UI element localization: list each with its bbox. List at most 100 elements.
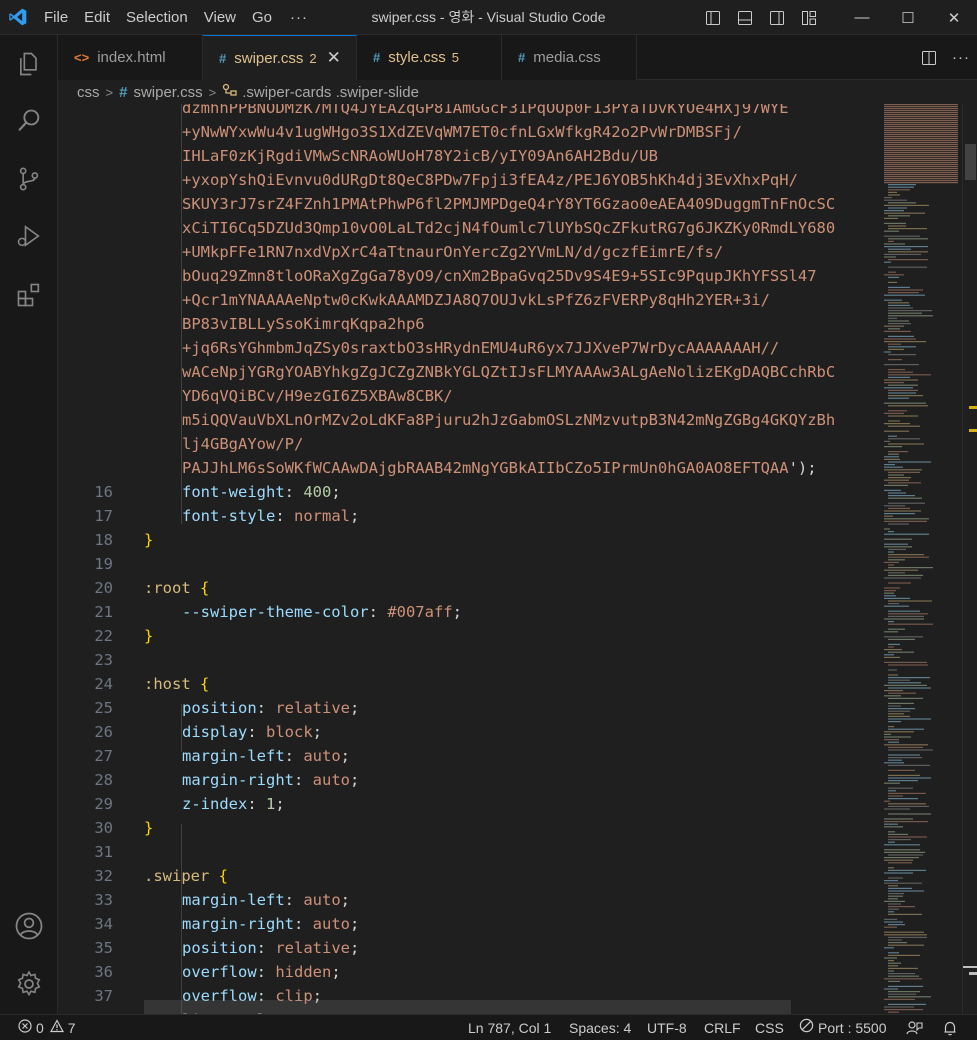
css-property: margin-left — [182, 747, 285, 765]
punctuation-token: : — [275, 507, 294, 525]
horizontal-scrollbar[interactable] — [144, 1000, 791, 1014]
brace-token: { — [200, 579, 210, 597]
css-value: 400 — [303, 483, 332, 501]
css-property: position — [182, 939, 257, 957]
css-selector: :root — [144, 579, 191, 597]
tab-index-html[interactable]: <> index.html — [58, 35, 203, 80]
accounts-icon[interactable] — [0, 902, 58, 950]
indentation[interactable]: Spaces: 4 — [569, 1015, 631, 1040]
line-number: 19 — [94, 555, 113, 573]
toggle-panel-icon[interactable] — [729, 0, 761, 35]
customize-layout-icon[interactable] — [793, 0, 825, 35]
css-value: 1 — [266, 795, 276, 813]
line-number: 32 — [94, 867, 113, 885]
tab-label: media.css — [533, 49, 601, 66]
punctuation-token: ; — [275, 795, 285, 813]
string-token: dzmhhPPBNODMzK7MTQ4JYEAZqGP81AmGGcF31PqO… — [182, 104, 789, 117]
punctuation-token: ; — [350, 507, 360, 525]
problems-indicator[interactable]: 0 7 — [18, 1015, 76, 1040]
menu-more-icon[interactable]: ··· — [280, 9, 318, 26]
settings-gear-icon[interactable] — [0, 960, 58, 1008]
close-window-button[interactable]: ✕ — [931, 0, 977, 35]
minimap[interactable] — [882, 104, 962, 1014]
string-token: +yxopYshQiEvnvu0dURgDt8QeC8PDw7Fpji3fEA4… — [182, 171, 798, 189]
punctuation-token: ; — [349, 699, 360, 717]
punctuation-token: : — [368, 603, 388, 621]
line-number: 29 — [94, 795, 113, 813]
line-number: 35 — [94, 939, 113, 957]
cursor-position[interactable]: Ln 787, Col 1 — [468, 1015, 551, 1040]
menu-file[interactable]: File — [36, 0, 76, 35]
css-value: normal — [294, 507, 350, 525]
breadcrumb-folder[interactable]: css — [77, 84, 100, 101]
accounts-feedback-icon[interactable] — [906, 1015, 923, 1040]
warning-count: 7 — [67, 1020, 76, 1036]
punctuation-token: : — [256, 939, 276, 957]
vertical-scrollbar[interactable] — [962, 104, 977, 1014]
close-tab-icon[interactable]: ✕ — [327, 48, 341, 68]
chevron-right-icon: > — [208, 84, 217, 100]
split-editor-icon[interactable] — [913, 35, 945, 80]
css-value: auto — [303, 747, 341, 765]
breadcrumb-symbol[interactable]: .swiper-cards .swiper-slide — [242, 84, 419, 101]
end-of-line[interactable]: CRLF — [704, 1015, 741, 1040]
css-file-icon: # — [373, 50, 381, 65]
punctuation-token: ; — [340, 891, 350, 909]
maximize-button[interactable]: ☐ — [885, 0, 931, 35]
breadcrumb-file[interactable]: swiper.css — [133, 84, 202, 101]
minimize-button[interactable]: — — [839, 0, 885, 35]
brace-token: } — [144, 819, 154, 837]
code-editor[interactable]: dzmhhPPBNODMzK7MTQ4JYEAZqGP81AmGGcF31PqO… — [58, 104, 882, 1014]
tab-label: style.css — [388, 49, 446, 66]
port-label: Port : 5500 — [818, 1020, 887, 1036]
more-actions-icon[interactable]: ··· — [945, 35, 977, 80]
error-icon — [18, 1015, 32, 1040]
language-mode[interactable]: CSS — [755, 1015, 784, 1040]
toggle-secondary-sidebar-icon[interactable] — [761, 0, 793, 35]
string-token: IHLaF0zKjRgdiVMwScNRAoWUoH78Y2icB/yIY09A… — [182, 147, 658, 165]
string-token: +jq6RsYGhmbmJqZSy0sraxtbO3sHRydnEMU4uR6y… — [182, 339, 780, 357]
menu-go[interactable]: Go — [244, 0, 280, 35]
tab-style-css[interactable]: # style.css 5 — [357, 35, 502, 80]
punctuation-token: : — [256, 699, 276, 717]
string-token: BP83vIBLLySsoKimrqKqpa2hp6 — [182, 315, 425, 333]
menu-view[interactable]: View — [196, 0, 244, 35]
css-property: z-index — [182, 795, 248, 813]
line-number: 26 — [94, 723, 113, 741]
toggle-primary-sidebar-icon[interactable] — [697, 0, 729, 35]
tab-media-css[interactable]: # media.css — [502, 35, 637, 80]
css-file-icon: # — [219, 50, 227, 66]
line-number: 33 — [94, 891, 113, 909]
line-number: 18 — [94, 531, 113, 549]
explorer-icon[interactable] — [0, 40, 58, 88]
menu-selection[interactable]: Selection — [118, 0, 196, 35]
menu-edit[interactable]: Edit — [76, 0, 118, 35]
punctuation-token: ; — [349, 771, 360, 789]
css-value: #007aff — [387, 603, 453, 621]
string-token: bOuq29Zmn8tloORaXgZgGa78yO9/cnXm2BpaGvq2… — [182, 267, 817, 285]
css-selector: .swiper — [144, 867, 210, 885]
warning-icon — [49, 1015, 64, 1040]
extensions-icon[interactable] — [0, 271, 58, 319]
css-property: --swiper-theme-color — [182, 603, 369, 621]
encoding[interactable]: UTF-8 — [647, 1015, 687, 1040]
html-file-icon: <> — [74, 50, 90, 65]
line-number: 20 — [94, 579, 113, 597]
chevron-right-icon: > — [105, 84, 114, 100]
line-number: 21 — [94, 603, 113, 621]
notifications-bell-icon[interactable] — [942, 1015, 958, 1040]
tab-swiper-css[interactable]: # swiper.css 2 ✕ — [203, 35, 357, 80]
line-number: 28 — [94, 771, 113, 789]
string-token: wACeNpjYGRgYOABYhkgZgJCZgZNBkYGLQZtIJsFL… — [182, 363, 836, 381]
source-control-icon[interactable] — [0, 155, 58, 203]
live-server-port[interactable]: Port : 5500 — [799, 1015, 887, 1040]
line-number: 23 — [94, 651, 113, 669]
string-token: SKUY3rJ7srZ4FZnh1PMAtPhwP6fl2PMJMPDgeQ4r… — [182, 195, 836, 213]
search-icon[interactable] — [0, 97, 58, 145]
prohibited-icon — [799, 1015, 814, 1040]
symbol-icon — [222, 83, 238, 101]
run-debug-icon[interactable] — [0, 212, 58, 260]
css-property: margin-right — [182, 771, 294, 789]
